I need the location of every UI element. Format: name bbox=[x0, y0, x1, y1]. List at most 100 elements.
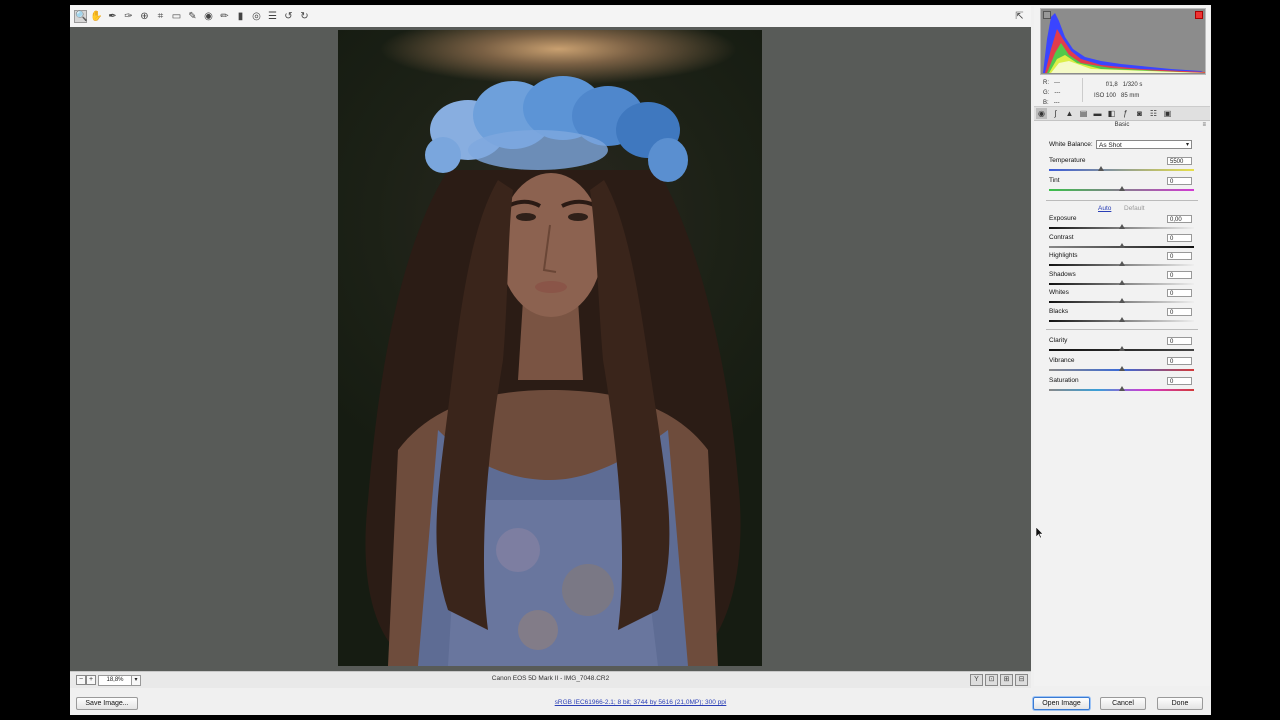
shadows-field[interactable]: 0 bbox=[1167, 270, 1192, 279]
whites-thumb[interactable] bbox=[1118, 298, 1125, 304]
graduated-filter-tool-icon[interactable]: ▮ bbox=[234, 10, 247, 23]
done-button[interactable]: Done bbox=[1157, 697, 1203, 710]
status-bar: − + 18,8% ▾ Canon EOS 5D Mark II - IMG_7… bbox=[70, 671, 1031, 688]
white-balance-value: As Shot bbox=[1099, 142, 1122, 149]
auto-link[interactable]: Auto bbox=[1098, 205, 1111, 212]
cancel-button[interactable]: Cancel bbox=[1100, 697, 1146, 710]
view-mode-icons: Y ⊡ ⊞ ⊟ bbox=[968, 674, 1028, 686]
blacks-slider[interactable] bbox=[1049, 317, 1194, 322]
open-image-button[interactable]: Open Image bbox=[1033, 697, 1090, 710]
temperature-field[interactable]: 5500 bbox=[1167, 157, 1192, 165]
rotate-ccw-icon[interactable]: ↺ bbox=[282, 10, 295, 23]
presets-tab-icon[interactable]: ☷ bbox=[1148, 108, 1159, 119]
highlights-label: Highlights bbox=[1049, 252, 1078, 260]
targeted-adjustment-tool-icon[interactable]: ⊕ bbox=[138, 10, 151, 23]
camera-calibration-tab-icon[interactable]: ◙ bbox=[1134, 108, 1145, 119]
exposure-label: Exposure bbox=[1049, 215, 1077, 222]
crop-tool-icon[interactable]: ⌗ bbox=[154, 10, 167, 23]
copy-settings-icon[interactable]: ⊟ bbox=[1015, 674, 1028, 686]
vibrance-field[interactable]: 0 bbox=[1167, 357, 1192, 365]
contrast-thumb[interactable] bbox=[1118, 242, 1125, 248]
saturation-field[interactable]: 0 bbox=[1167, 377, 1192, 385]
tint-label: Tint bbox=[1049, 177, 1060, 184]
exposure-slider[interactable] bbox=[1049, 224, 1194, 229]
exposure-field[interactable]: 0,00 bbox=[1167, 215, 1192, 223]
radial-filter-tool-icon[interactable]: ◎ bbox=[250, 10, 263, 23]
tint-thumb[interactable] bbox=[1118, 186, 1125, 191]
aperture-value: f/1,8 bbox=[1106, 82, 1118, 88]
hsl-tab-icon[interactable]: ▤ bbox=[1078, 108, 1089, 119]
saturation-slider[interactable] bbox=[1049, 386, 1194, 391]
temperature-label: Temperature bbox=[1049, 157, 1086, 164]
default-link[interactable]: Default bbox=[1124, 205, 1145, 212]
clarity-thumb[interactable] bbox=[1118, 346, 1125, 351]
white-balance-select[interactable]: As Shot ▾ bbox=[1096, 140, 1192, 149]
rotate-cw-icon[interactable]: ↻ bbox=[298, 10, 311, 23]
temperature-slider[interactable] bbox=[1049, 166, 1194, 171]
bottom-bar: Save Image... sRGB IEC61966-2.1; 8 bit; … bbox=[70, 690, 1211, 715]
tint-field[interactable]: 0 bbox=[1167, 177, 1192, 185]
tone-curve-tab-icon[interactable]: ∫ bbox=[1050, 108, 1061, 119]
photo-preview bbox=[338, 30, 762, 666]
fullscreen-icon[interactable]: ⇱ bbox=[1013, 10, 1026, 23]
snapshots-tab-icon[interactable]: ▣ bbox=[1162, 108, 1173, 119]
vibrance-thumb[interactable] bbox=[1118, 366, 1125, 371]
vibrance-slider[interactable] bbox=[1049, 366, 1194, 371]
straighten-tool-icon[interactable]: ▭ bbox=[170, 10, 183, 23]
shadows-slider[interactable] bbox=[1049, 279, 1194, 285]
g-label: G: bbox=[1043, 90, 1050, 96]
contrast-slider[interactable] bbox=[1049, 242, 1194, 248]
basic-tab-icon[interactable]: ◉ bbox=[1036, 108, 1047, 119]
saturation-thumb[interactable] bbox=[1118, 386, 1125, 391]
color-sampler-tool-icon[interactable]: ✑ bbox=[122, 10, 135, 23]
red-eye-tool-icon[interactable]: ◉ bbox=[202, 10, 215, 23]
exposure-thumb[interactable] bbox=[1118, 224, 1125, 229]
adjustment-brush-tool-icon[interactable]: ✏ bbox=[218, 10, 231, 23]
panel-tabs: ◉ ∫ ▲ ▤ ▬ ◧ ƒ ◙ ☷ ▣ bbox=[1034, 106, 1210, 121]
blacks-thumb[interactable] bbox=[1118, 317, 1125, 322]
clarity-label: Clarity bbox=[1049, 337, 1068, 344]
before-after-icon[interactable]: Y bbox=[970, 674, 983, 686]
highlights-field[interactable]: 0 bbox=[1167, 252, 1192, 261]
lens-corrections-tab-icon[interactable]: ◧ bbox=[1106, 108, 1117, 119]
toggle-view-icon[interactable]: ⊡ bbox=[985, 674, 998, 686]
whites-slider[interactable] bbox=[1049, 298, 1194, 304]
hand-tool-icon[interactable]: ✋ bbox=[90, 10, 103, 23]
whites-field[interactable]: 0 bbox=[1167, 289, 1192, 298]
rgb-readout: R: --- G: --- B: --- bbox=[1043, 78, 1060, 108]
saturation-label: Saturation bbox=[1049, 377, 1079, 384]
contrast-field[interactable]: 0 bbox=[1167, 233, 1192, 242]
tint-slider[interactable] bbox=[1049, 186, 1194, 191]
panel-title: Basic bbox=[1114, 122, 1130, 128]
shutter-value: 1/320 s bbox=[1122, 82, 1143, 88]
shadow-clipping-icon[interactable] bbox=[1043, 11, 1051, 19]
highlights-thumb[interactable] bbox=[1118, 261, 1125, 267]
panel-menu-icon[interactable]: ≡ bbox=[1202, 122, 1206, 128]
section-divider bbox=[1046, 200, 1198, 201]
highlight-clipping-icon[interactable] bbox=[1195, 11, 1203, 19]
image-preview-area[interactable] bbox=[70, 27, 1031, 671]
section-divider bbox=[1046, 329, 1198, 330]
temperature-thumb[interactable] bbox=[1098, 166, 1105, 171]
highlights-slider[interactable] bbox=[1049, 261, 1194, 267]
preferences-icon[interactable]: ☰ bbox=[266, 10, 279, 23]
spot-removal-tool-icon[interactable]: ✎ bbox=[186, 10, 199, 23]
swap-view-icon[interactable]: ⊞ bbox=[1000, 674, 1013, 686]
blacks-field[interactable]: 0 bbox=[1167, 308, 1192, 316]
white-balance-tool-icon[interactable]: ✒ bbox=[106, 10, 119, 23]
detail-tab-icon[interactable]: ▲ bbox=[1064, 108, 1075, 119]
clarity-field[interactable]: 0 bbox=[1167, 337, 1192, 345]
shadows-thumb[interactable] bbox=[1118, 279, 1125, 285]
g-value: --- bbox=[1054, 90, 1061, 96]
whites-label: Whites bbox=[1049, 289, 1069, 297]
file-name-label: Canon EOS 5D Mark II - IMG_7048.CR2 bbox=[491, 675, 610, 682]
split-toning-tab-icon[interactable]: ▬ bbox=[1092, 108, 1103, 119]
portrait-illustration bbox=[365, 76, 741, 666]
effects-tab-icon[interactable]: ƒ bbox=[1120, 108, 1131, 119]
tool-bar: ⇱ 🔍 ✋ ✒ ✑ ⊕ ⌗ ▭ ✎ ◉ ✏ ▮ ◎ ☰ ↺ ↻ bbox=[70, 6, 1031, 28]
adjustment-sidebar: R: --- G: --- B: --- f/1,8 1/320 s ISO 1… bbox=[1034, 6, 1210, 686]
zoom-tool-icon[interactable]: 🔍 bbox=[74, 10, 87, 23]
clarity-slider[interactable] bbox=[1049, 346, 1194, 351]
histogram-graph bbox=[1043, 13, 1205, 73]
r-value: --- bbox=[1054, 80, 1061, 86]
